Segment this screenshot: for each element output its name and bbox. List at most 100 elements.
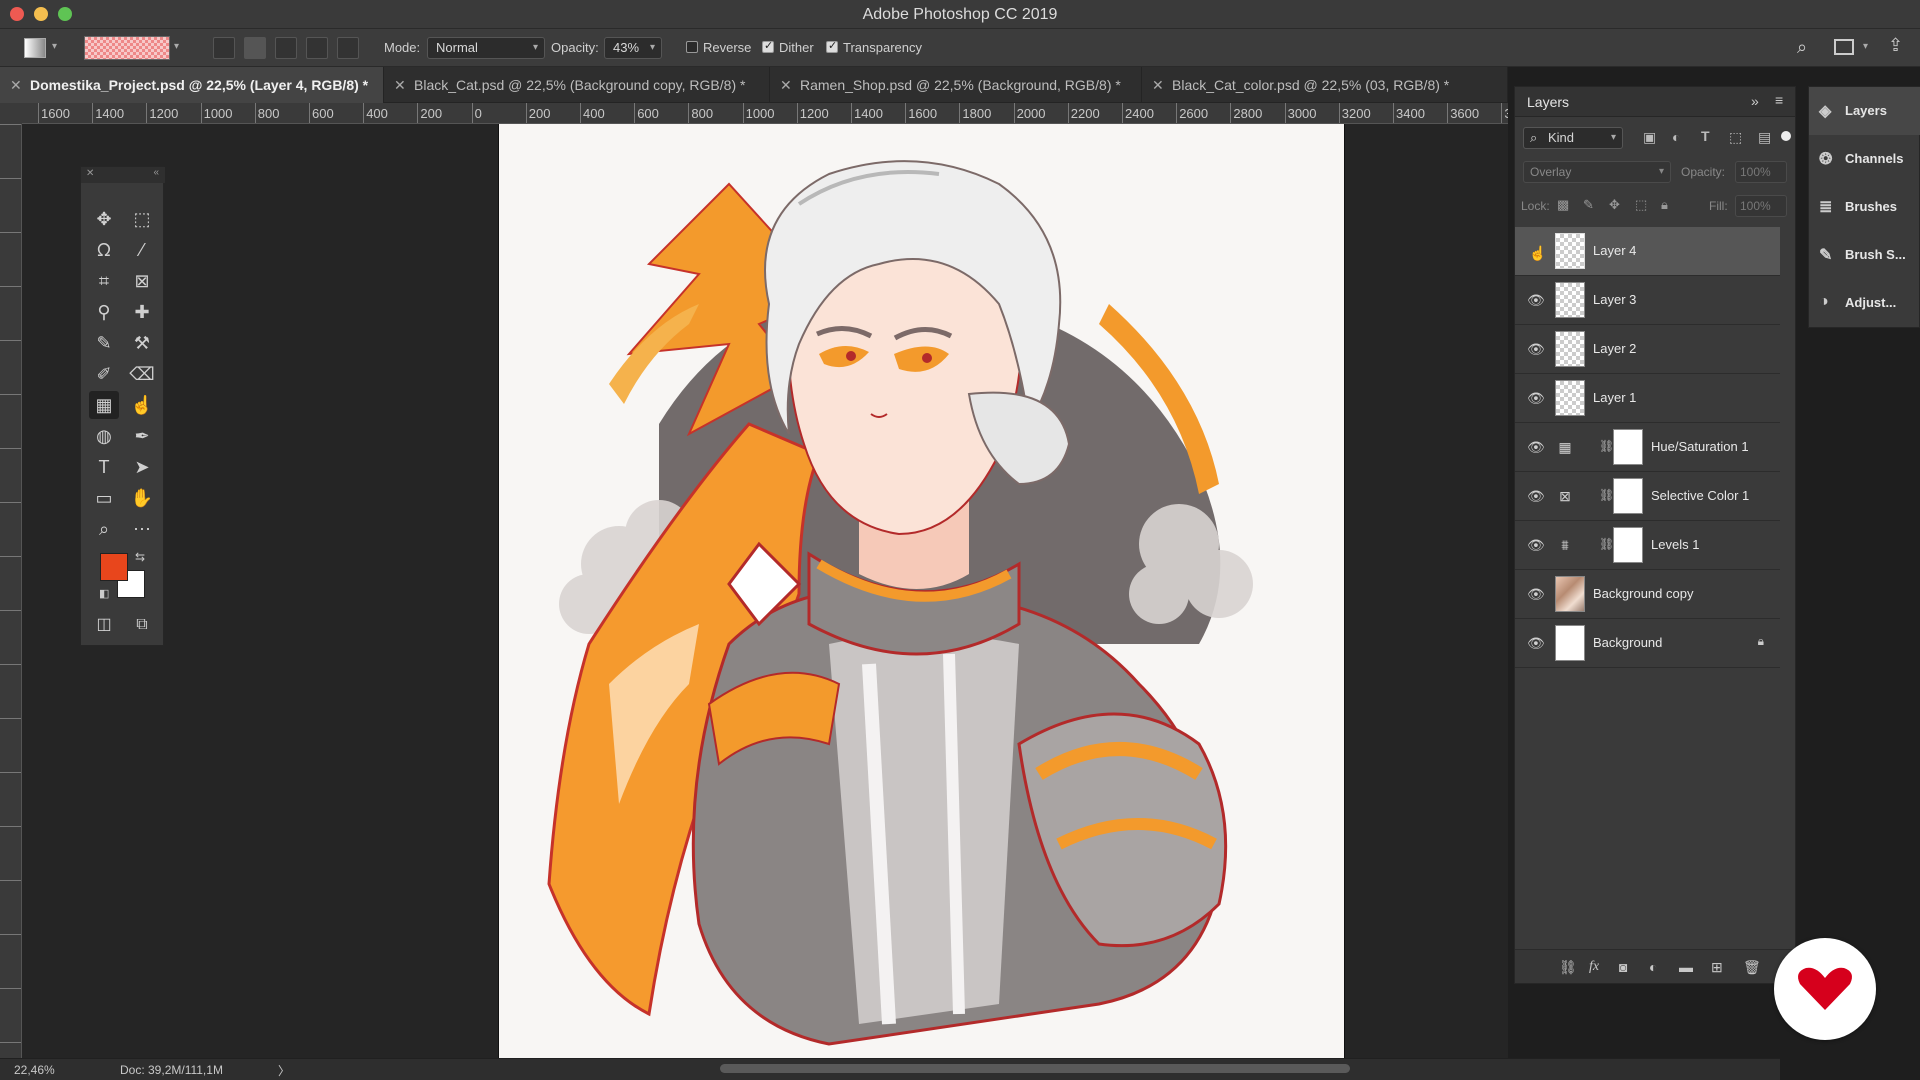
chevron-down-icon[interactable]: ▾	[52, 41, 57, 52]
lasso-tool-icon[interactable]: ᘯ	[89, 236, 119, 264]
chevron-down-icon[interactable]: ▾	[1863, 41, 1868, 52]
close-icon[interactable]: ✕	[780, 67, 792, 103]
opacity-field[interactable]: 43% ▾	[604, 37, 662, 59]
filter-kind-dropdown[interactable]: ⌕ Kind ▾	[1523, 127, 1623, 149]
share-icon[interactable]: ⇪	[1888, 35, 1903, 56]
layer-name[interactable]: Hue/Saturation 1	[1651, 439, 1749, 454]
close-icon[interactable]: ✕	[394, 67, 406, 103]
visibility-eye-icon[interactable]: 👁︎	[1527, 292, 1545, 309]
linear-gradient-button[interactable]	[213, 37, 235, 59]
chevron-down-icon[interactable]: ▾	[174, 41, 179, 52]
layer-opacity-field[interactable]: 100%	[1735, 161, 1787, 183]
layer-name[interactable]: Background copy	[1593, 586, 1693, 601]
visibility-eye-icon[interactable]: 👁︎	[1527, 537, 1545, 554]
gradient-picker[interactable]	[84, 36, 170, 60]
tab-domestika-project[interactable]: ✕ Domestika_Project.psd @ 22,5% (Layer 4…	[0, 67, 384, 103]
panel-menu-icon[interactable]: ≡	[1775, 92, 1783, 108]
layer-row-hue-saturation[interactable]: 👁︎ ▦ ⛓︎ Hue/Saturation 1	[1515, 423, 1780, 472]
layers-panel-title[interactable]: Layers	[1527, 94, 1569, 110]
vertical-ruler[interactable]	[0, 124, 22, 1058]
gradient-tool-icon[interactable]: ▦	[89, 391, 119, 419]
hand-tool-icon[interactable]: ✋	[127, 484, 157, 512]
lock-transparent-icon[interactable]: ▩	[1557, 197, 1569, 213]
pen-tool-icon[interactable]: ✒	[127, 422, 157, 450]
crop-tool-icon[interactable]: ⌗	[89, 267, 119, 295]
collapse-panel-icon[interactable]: »	[1751, 93, 1759, 109]
blend-mode-dropdown[interactable]: Overlay ▾	[1523, 161, 1671, 183]
smart-object-filter-icon[interactable]: ▤	[1758, 129, 1771, 146]
dock-item-channels[interactable]: ❂ Channels	[1809, 135, 1920, 183]
dock-item-brush-settings[interactable]: ✎ Brush S...	[1809, 231, 1920, 279]
tab-black-cat[interactable]: ✕ Black_Cat.psd @ 22,5% (Background copy…	[384, 67, 770, 103]
reflected-gradient-button[interactable]	[306, 37, 328, 59]
mask-link-icon[interactable]: ⛓︎	[1599, 439, 1614, 453]
fill-field[interactable]: 100%	[1735, 195, 1787, 217]
layer-mask-thumbnail[interactable]	[1613, 478, 1643, 514]
horizontal-scrollbar[interactable]	[720, 1064, 1350, 1073]
smudge-tool-icon[interactable]: ☝	[127, 391, 157, 419]
close-icon[interactable]: ✕	[1152, 67, 1164, 103]
close-icon[interactable]: ✕	[10, 67, 22, 103]
adjustment-filter-icon[interactable]: ◐	[1672, 129, 1680, 145]
fx-icon[interactable]: fx	[1589, 959, 1599, 975]
lock-all-icon[interactable]: 🔒︎	[1661, 197, 1668, 213]
zoom-tool-icon[interactable]: ⌕	[89, 515, 119, 543]
horizontal-ruler[interactable]: 1600 1400 1200 1000 800 600 400 200 0 200 400 600 80…	[22, 103, 1508, 124]
new-layer-icon[interactable]: ⊞	[1711, 959, 1723, 976]
add-mask-icon[interactable]: ◙	[1619, 959, 1627, 975]
search-icon[interactable]: ⌕	[1797, 37, 1807, 58]
close-icon[interactable]: ✕	[86, 168, 94, 179]
visibility-eye-icon[interactable]: 👁︎	[1527, 341, 1545, 358]
dock-item-layers[interactable]: ◈ Layers	[1809, 87, 1920, 135]
gradient-tool-icon[interactable]	[24, 38, 46, 58]
mask-link-icon[interactable]: ⛓︎	[1599, 537, 1614, 551]
reverse-checkbox[interactable]	[686, 41, 698, 53]
layer-row-layer-2[interactable]: 👁︎ Layer 2	[1515, 325, 1780, 374]
lock-artboard-icon[interactable]: ⬚	[1635, 197, 1647, 213]
marquee-tool-icon[interactable]: ⬚	[127, 205, 157, 233]
workspace-icon[interactable]	[1834, 39, 1854, 55]
layer-name[interactable]: Selective Color 1	[1651, 488, 1749, 503]
layer-row-selective-color[interactable]: 👁︎ ⊠ ⛓︎ Selective Color 1	[1515, 472, 1780, 521]
more-tools-icon[interactable]: ⋯	[127, 515, 157, 543]
toolbox-header[interactable]: ✕ «	[81, 167, 165, 183]
angle-gradient-button[interactable]	[275, 37, 297, 59]
layer-name[interactable]: Background	[1593, 635, 1662, 650]
canvas-area[interactable]	[22, 124, 1508, 1058]
status-menu-arrow-icon[interactable]: 〉	[278, 1062, 290, 1079]
filter-toggle[interactable]	[1781, 131, 1791, 141]
layer-row-layer-4[interactable]: 👁︎ ☝ Layer 4	[1515, 227, 1780, 276]
frame-tool-icon[interactable]: ⊠	[127, 267, 157, 295]
type-filter-icon[interactable]: T	[1701, 128, 1710, 144]
layer-mask-thumbnail[interactable]	[1613, 527, 1643, 563]
quick-mask-icon[interactable]: ◫	[89, 611, 119, 639]
lock-paint-icon[interactable]: ✎	[1583, 197, 1594, 213]
dock-item-adjustments[interactable]: ◑ Adjust...	[1809, 279, 1920, 327]
layer-name[interactable]: Levels 1	[1651, 537, 1699, 552]
shape-filter-icon[interactable]: ⬚	[1729, 129, 1742, 146]
dock-item-brushes[interactable]: ≣ Brushes	[1809, 183, 1920, 231]
layer-row-background-copy[interactable]: 👁︎ Background copy	[1515, 570, 1780, 619]
layer-row-layer-3[interactable]: 👁︎ Layer 3	[1515, 276, 1780, 325]
document-canvas[interactable]	[499, 124, 1344, 1058]
visibility-eye-icon[interactable]: 👁︎	[1527, 390, 1545, 407]
lock-position-icon[interactable]: ✥	[1609, 197, 1620, 213]
layer-mask-thumbnail[interactable]	[1613, 429, 1643, 465]
eraser-tool-icon[interactable]: ⌫	[127, 360, 157, 388]
layer-name[interactable]: Layer 2	[1593, 341, 1636, 356]
type-tool-icon[interactable]: T	[89, 453, 119, 481]
screen-mode-icon[interactable]: ⧉	[127, 611, 157, 639]
magic-wand-tool-icon[interactable]: ⁄	[127, 236, 157, 264]
tab-black-cat-color[interactable]: ✕ Black_Cat_color.psd @ 22,5% (03, RGB/8…	[1142, 67, 1508, 103]
tab-ramen-shop[interactable]: ✕ Ramen_Shop.psd @ 22,5% (Background, RG…	[770, 67, 1142, 103]
new-group-icon[interactable]: ▬	[1679, 959, 1693, 975]
layer-name[interactable]: Layer 4	[1593, 243, 1636, 258]
history-brush-tool-icon[interactable]: ✐	[89, 360, 119, 388]
default-colors-icon[interactable]: ◧	[99, 587, 109, 600]
layer-name[interactable]: Layer 3	[1593, 292, 1636, 307]
eyedropper-tool-icon[interactable]: ⚲	[89, 298, 119, 326]
layer-row-layer-1[interactable]: 👁︎ Layer 1	[1515, 374, 1780, 423]
layer-row-background[interactable]: 👁︎ Background 🔒︎	[1515, 619, 1780, 668]
layer-name[interactable]: Layer 1	[1593, 390, 1636, 405]
new-adjustment-icon[interactable]: ◐	[1649, 959, 1657, 975]
